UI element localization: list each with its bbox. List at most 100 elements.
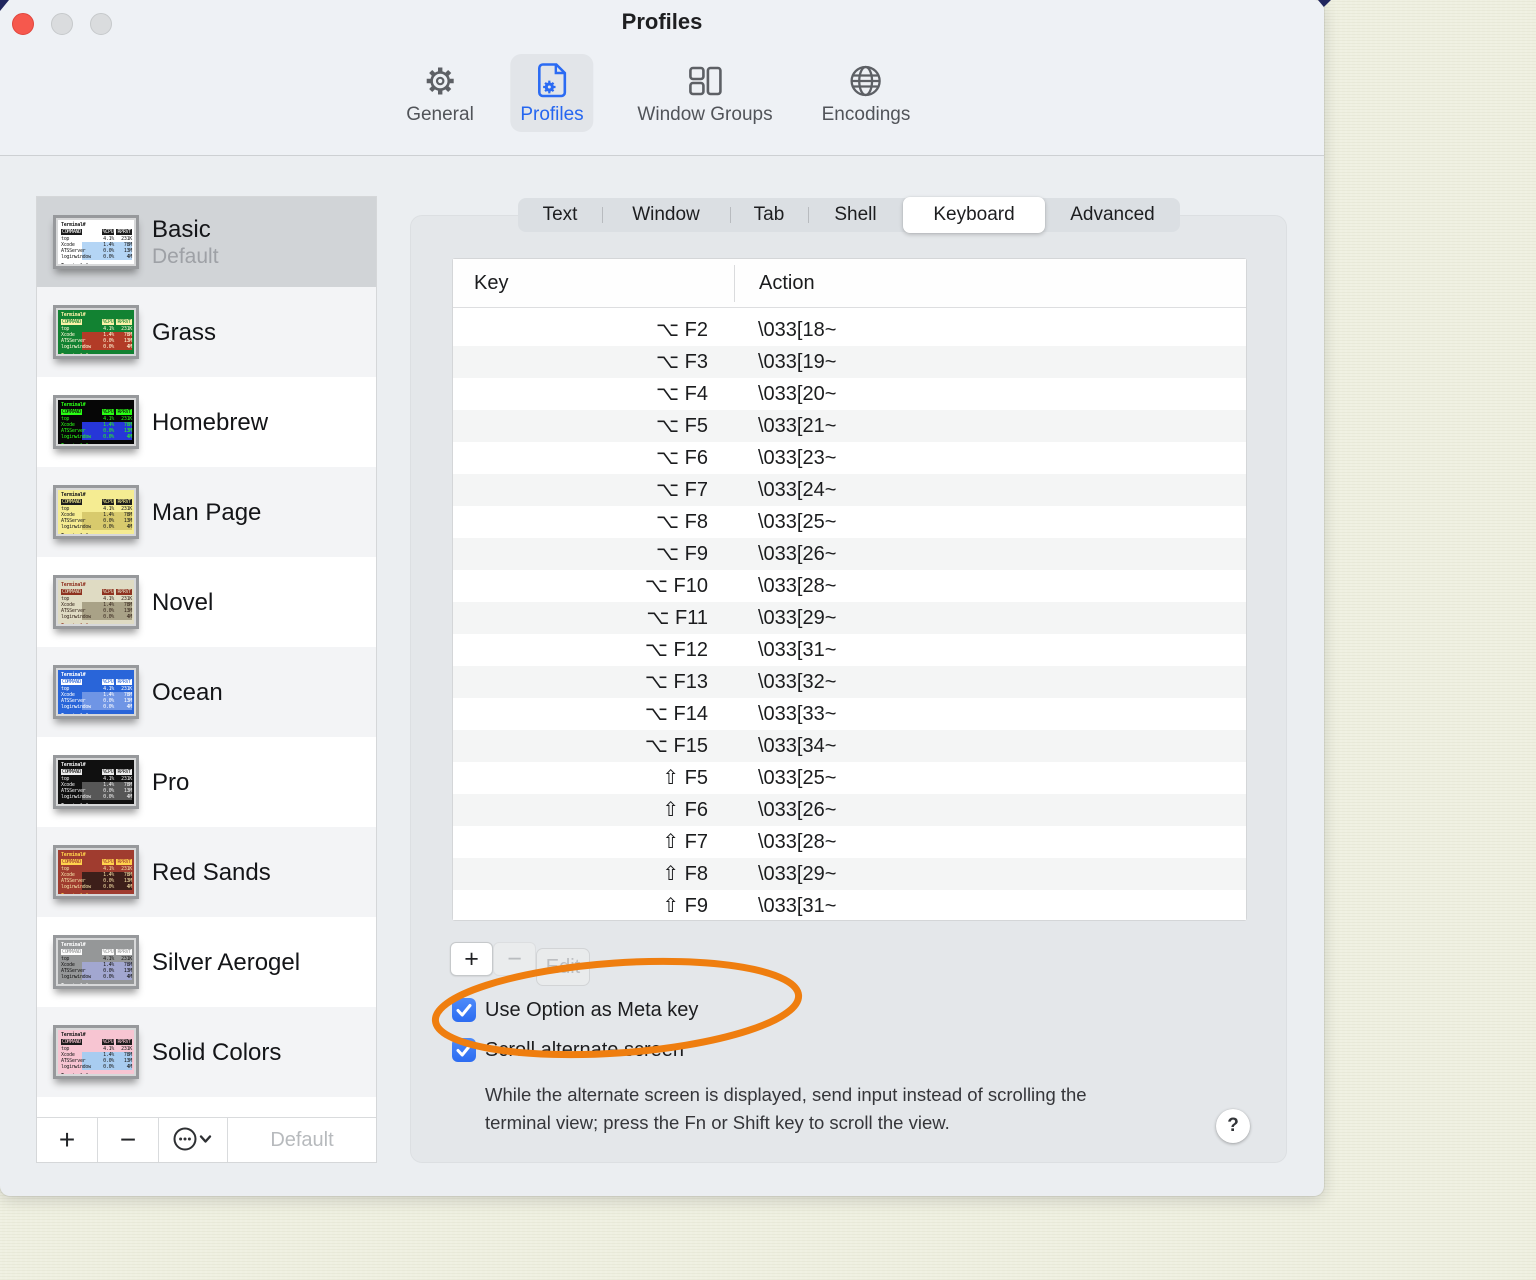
profile-row[interactable]: Terminal# COMMAND %CPU RPRVT top 4.1% 23… bbox=[37, 917, 376, 1007]
thumb-prompt: Terminal # bbox=[61, 713, 132, 714]
tab[interactable]: Shell bbox=[808, 198, 903, 232]
thumb-process-row: loginwindow 0.0% 4M bbox=[61, 614, 132, 620]
thumb-header-row: COMMAND %CPU RPRVT bbox=[61, 679, 132, 685]
thumb-title: Terminal# bbox=[61, 672, 86, 678]
thumb-cell: 0.0% bbox=[103, 254, 114, 260]
profile-name: Novel bbox=[152, 588, 214, 616]
thumb-process-rows: top 4.1% 231K Xcode 1.4% 78M ATSServer 0… bbox=[61, 506, 132, 530]
key-mapping-row[interactable]: ⌥ F3 \033[19~ bbox=[453, 346, 1246, 378]
toolbar-item-label: Profiles bbox=[520, 104, 584, 125]
key-mapping-row[interactable]: ⌥ F4 \033[20~ bbox=[453, 378, 1246, 410]
key-mapping-row[interactable]: ⌥ F2 \033[18~ bbox=[453, 314, 1246, 346]
tab[interactable]: Text bbox=[518, 198, 602, 232]
column-header-action[interactable]: Action bbox=[759, 259, 815, 308]
key-mapping-row[interactable]: ⌥ F12 \033[31~ bbox=[453, 634, 1246, 666]
tab[interactable]: Tab bbox=[730, 198, 808, 232]
profile-row[interactable]: Terminal# COMMAND %CPU RPRVT top 4.1% 23… bbox=[37, 557, 376, 647]
thumb-col-command: COMMAND bbox=[61, 499, 82, 505]
action-cell: \033[31~ bbox=[758, 895, 837, 917]
key-mapping-row[interactable]: ⌥ F14 \033[33~ bbox=[453, 698, 1246, 730]
profile-thumbnail: Terminal# COMMAND %CPU RPRVT top 4.1% 23… bbox=[53, 845, 139, 899]
key-mapping-row[interactable]: ⌥ F11 \033[29~ bbox=[453, 602, 1246, 634]
profile-name: Red Sands bbox=[152, 858, 271, 886]
profile-row[interactable]: Terminal# COMMAND %CPU RPRVT top 4.1% 23… bbox=[37, 467, 376, 557]
key-cell: ⌥ F12 bbox=[644, 639, 708, 661]
profile-name: Basic bbox=[152, 215, 211, 243]
thumb-header-row: COMMAND %CPU RPRVT bbox=[61, 859, 132, 865]
help-button[interactable]: ? bbox=[1216, 1109, 1250, 1143]
action-cell: \033[28~ bbox=[758, 831, 837, 853]
profile-row[interactable]: Terminal# COMMAND %CPU RPRVT top 4.1% 23… bbox=[37, 197, 376, 287]
thumb-header-row: COMMAND %CPU RPRVT bbox=[61, 1039, 132, 1045]
thumb-cell: 4M bbox=[126, 434, 133, 440]
key-mapping-row[interactable]: ⌥ F15 \033[34~ bbox=[453, 730, 1246, 762]
profile-name: Homebrew bbox=[152, 408, 269, 436]
key-mapping-row[interactable]: ⌥ F8 \033[25~ bbox=[453, 506, 1246, 538]
checkbox[interactable] bbox=[452, 1038, 476, 1062]
thumb-cell: 0.0% bbox=[103, 794, 114, 800]
thumb-cell: 0.0% bbox=[103, 434, 114, 440]
table-body: ⌥ F2 \033[18~ ⌥ F3 \033[19~ ⌥ F4 \033[20… bbox=[453, 308, 1246, 920]
key-cell: ⌥ F7 bbox=[656, 479, 708, 501]
key-mapping-row[interactable]: ⌥ F5 \033[21~ bbox=[453, 410, 1246, 442]
key-mapping-row[interactable]: ⇧ F6 \033[26~ bbox=[453, 794, 1246, 826]
toolbar-item[interactable]: Encodings bbox=[812, 54, 921, 132]
profile-row[interactable]: Terminal# COMMAND %CPU RPRVT top 4.1% 23… bbox=[37, 827, 376, 917]
key-mapping-row[interactable]: ⇧ F9 \033[31~ bbox=[453, 890, 1246, 920]
add-key-button[interactable]: + bbox=[450, 942, 493, 976]
action-cell: \033[29~ bbox=[758, 607, 837, 629]
checkbox-group: Use Option as Meta key Scroll alternate … bbox=[452, 998, 698, 1078]
thumb-process-rows: top 4.1% 231K Xcode 1.4% 78M ATSServer 0… bbox=[61, 236, 132, 260]
tab[interactable]: Keyboard bbox=[903, 197, 1045, 233]
thumb-header-row: COMMAND %CPU RPRVT bbox=[61, 319, 132, 325]
column-header-key[interactable]: Key bbox=[474, 259, 508, 308]
tab[interactable]: Advanced bbox=[1045, 198, 1180, 232]
key-cell: ⌥ F2 bbox=[656, 319, 708, 341]
key-cell: ⌥ F8 bbox=[656, 511, 708, 533]
key-mapping-row[interactable]: ⌥ F6 \033[23~ bbox=[453, 442, 1246, 474]
profile-row[interactable]: Terminal# COMMAND %CPU RPRVT top 4.1% 23… bbox=[37, 287, 376, 377]
thumb-col-cpu: %CPU bbox=[101, 859, 115, 865]
thumb-prompt: Terminal # bbox=[61, 983, 132, 984]
toolbar-item[interactable]: General bbox=[396, 54, 484, 132]
remove-key-button[interactable]: − bbox=[493, 942, 536, 976]
key-mapping-row[interactable]: ⌥ F9 \033[26~ bbox=[453, 538, 1246, 570]
thumb-col-cpu: %CPU bbox=[101, 319, 115, 325]
add-profile-button[interactable]: + bbox=[37, 1118, 98, 1162]
profile-row[interactable]: Terminal# COMMAND %CPU RPRVT top 4.1% 23… bbox=[37, 737, 376, 827]
column-divider[interactable] bbox=[734, 265, 735, 302]
profile-row[interactable]: Terminal# COMMAND %CPU RPRVT top 4.1% 23… bbox=[37, 647, 376, 737]
key-mapping-row[interactable]: ⇧ F8 \033[29~ bbox=[453, 858, 1246, 890]
key-mapping-row[interactable]: ⌥ F10 \033[28~ bbox=[453, 570, 1246, 602]
key-cell: ⌥ F4 bbox=[656, 383, 708, 405]
toolbar-item[interactable]: Profiles bbox=[510, 54, 594, 132]
profile-row[interactable]: Terminal# COMMAND %CPU RPRVT top 4.1% 23… bbox=[37, 1007, 376, 1097]
profile-thumbnail: Terminal# COMMAND %CPU RPRVT top 4.1% 23… bbox=[53, 485, 139, 539]
thumb-title: Terminal# bbox=[61, 492, 86, 498]
thumb-process-row: loginwindow 0.0% 4M bbox=[61, 794, 132, 800]
profile-thumbnail: Terminal# COMMAND %CPU RPRVT top 4.1% 23… bbox=[53, 755, 139, 809]
profile-thumbnail-screen: Terminal# COMMAND %CPU RPRVT top 4.1% 23… bbox=[58, 580, 134, 624]
key-mapping-row[interactable]: ⇧ F5 \033[25~ bbox=[453, 762, 1246, 794]
key-cell: ⌥ F3 bbox=[656, 351, 708, 373]
edit-key-button[interactable]: Edit bbox=[536, 948, 590, 986]
toolbar-item[interactable]: Window Groups bbox=[627, 54, 782, 132]
profile-labels: Man Page bbox=[152, 498, 261, 527]
profile-labels: Ocean bbox=[152, 678, 223, 707]
remove-profile-button[interactable]: − bbox=[98, 1118, 159, 1162]
profile-row[interactable]: Terminal# COMMAND %CPU RPRVT top 4.1% 23… bbox=[37, 377, 376, 467]
checkbox[interactable] bbox=[452, 998, 476, 1022]
thumb-col-command: COMMAND bbox=[61, 1039, 82, 1045]
set-default-button[interactable]: Default bbox=[228, 1118, 376, 1162]
thumb-col-command: COMMAND bbox=[61, 589, 82, 595]
key-cell: ⌥ F5 bbox=[656, 415, 708, 437]
thumb-col-command: COMMAND bbox=[61, 679, 82, 685]
toolbar-item-label: Encodings bbox=[821, 104, 911, 125]
tab[interactable]: Window bbox=[602, 198, 730, 232]
key-mapping-row[interactable]: ⌥ F7 \033[24~ bbox=[453, 474, 1246, 506]
key-mapping-row[interactable]: ⇧ F7 \033[28~ bbox=[453, 826, 1246, 858]
key-mapping-row[interactable]: ⌥ F13 \033[32~ bbox=[453, 666, 1246, 698]
minus-icon: − bbox=[119, 1124, 137, 1155]
thumb-col-mem: RPRVT bbox=[116, 589, 132, 595]
more-options-button[interactable] bbox=[159, 1118, 228, 1162]
